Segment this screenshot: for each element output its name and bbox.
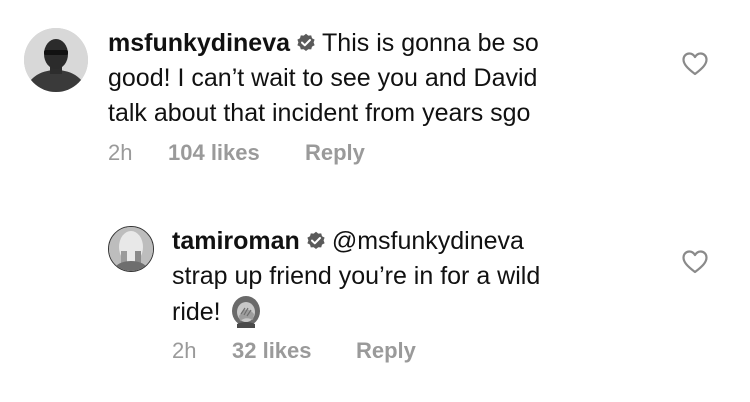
likes-count[interactable]: 104 likes: [168, 140, 305, 166]
verified-badge-icon: [297, 33, 315, 51]
reply-button[interactable]: Reply: [305, 140, 365, 166]
heart-outline-icon[interactable]: [682, 52, 708, 76]
reply-text: tamiroman @msfunkydineva strap up friend…: [172, 224, 642, 330]
timestamp: 2h: [172, 338, 197, 363]
avatar[interactable]: [108, 226, 154, 272]
woman-facepalming-emoji: [231, 296, 260, 328]
reply-text-line: strap up friend you’re in for a wild: [172, 262, 541, 290]
avatar[interactable]: [24, 28, 88, 92]
comment-text-line: talk about that incident from years sgo: [108, 99, 531, 127]
heart-outline-icon[interactable]: [682, 250, 708, 274]
reply-button[interactable]: Reply: [356, 338, 416, 364]
reply-meta: 2h 32 likes Reply: [172, 338, 416, 364]
username[interactable]: tamiroman: [172, 227, 300, 255]
comment-text-line: This is gonna be so: [322, 29, 539, 57]
username[interactable]: msfunkydineva: [108, 29, 290, 57]
reply-text-line: ride!: [172, 298, 221, 326]
timestamp: 2h: [108, 140, 133, 165]
mention-link[interactable]: @msfunkydineva: [332, 227, 524, 255]
comment-text: msfunkydineva This is gonna be so good! …: [108, 26, 628, 131]
verified-badge-icon: [307, 231, 325, 249]
comment-meta: 2h 104 likes Reply: [108, 140, 365, 166]
comment-text-line: good! I can’t wait to see you and David: [108, 64, 538, 92]
likes-count[interactable]: 32 likes: [232, 338, 356, 364]
